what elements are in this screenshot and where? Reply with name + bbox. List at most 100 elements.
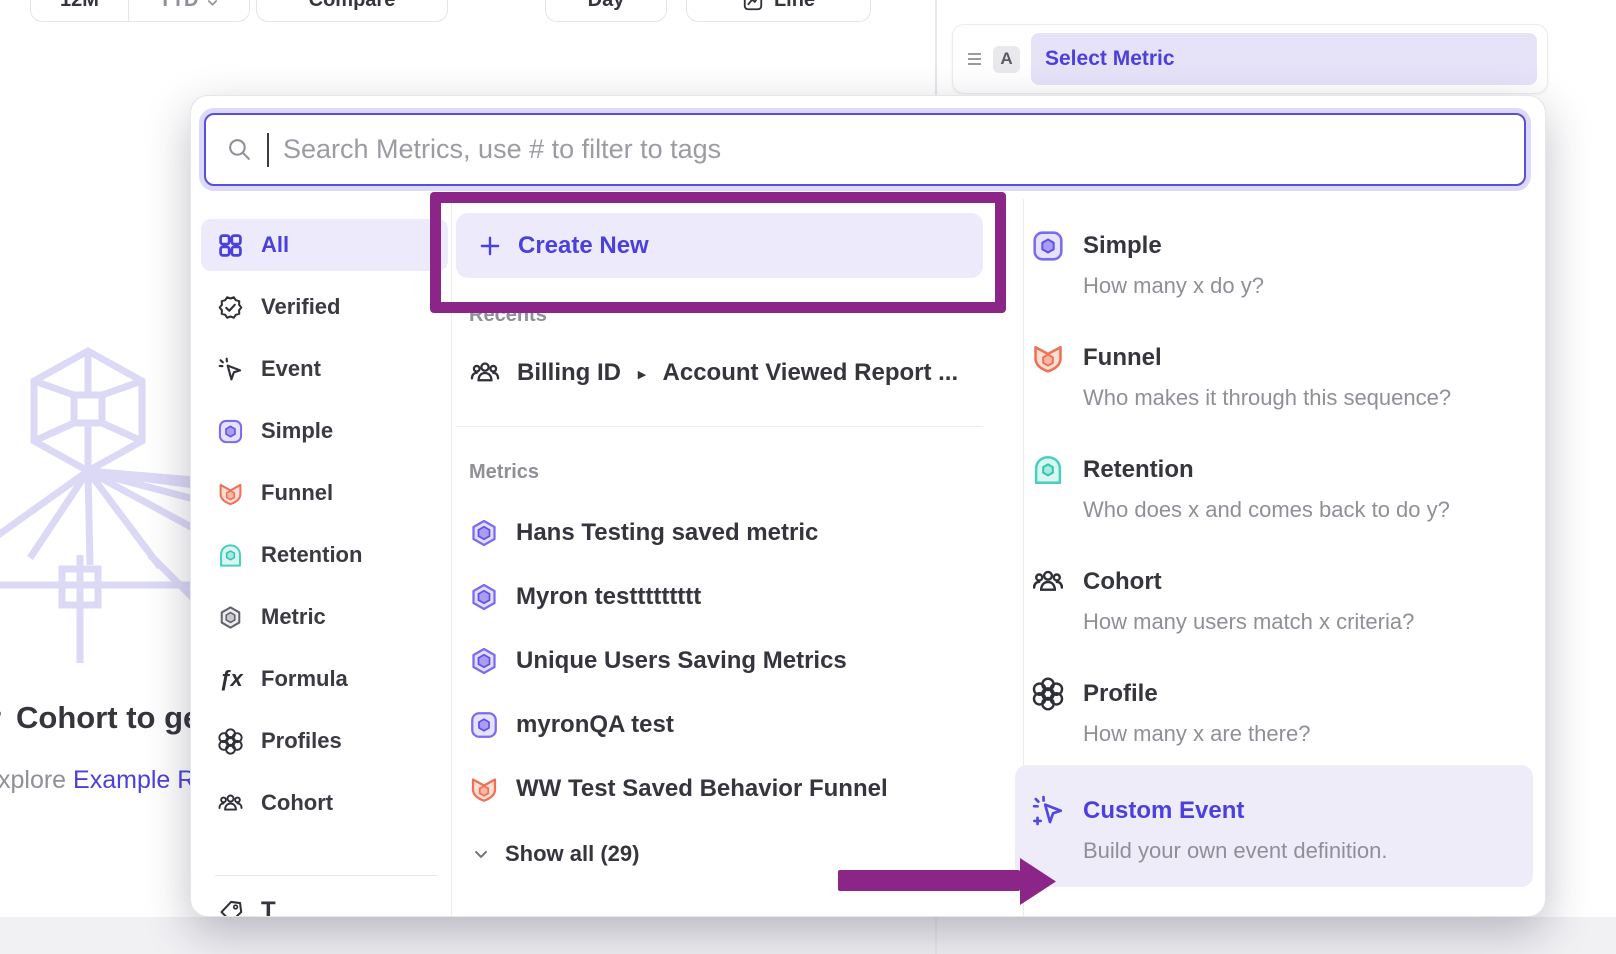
- metric-type-title: Funnel: [1083, 343, 1451, 373]
- grid-icon: [217, 232, 244, 259]
- search-icon: [226, 136, 253, 163]
- sidebar-item-retention[interactable]: Retention: [201, 529, 448, 581]
- saved-metric-item[interactable]: Myron testtttttttt: [469, 571, 888, 623]
- chevron-down-icon: [471, 844, 491, 864]
- saved-metric-label: Hans Testing saved metric: [516, 519, 818, 547]
- sidebar-item-label: T: [261, 897, 276, 917]
- metric-type-text: RetentionWho does x and comes back to do…: [1083, 455, 1450, 545]
- metric-type-simple[interactable]: SimpleHow many x do y?: [1015, 231, 1533, 321]
- date-range-ytd-button[interactable]: YTD: [129, 0, 249, 21]
- breadcrumb-separator: ▸: [638, 365, 646, 383]
- cohort-icon: [217, 790, 244, 817]
- funnel-icon: [217, 480, 244, 507]
- ytd-label: YTD: [159, 0, 199, 12]
- search-input[interactable]: [283, 134, 1524, 165]
- metric-type-text: Funnel Who makes it through this sequence…: [1083, 343, 1451, 433]
- metric-type-description: How many x are there?: [1083, 721, 1310, 747]
- hexagon-icon: [469, 582, 499, 612]
- sidebar-item-label: Verified: [261, 294, 340, 320]
- saved-metric-item[interactable]: WW Test Saved Behavior Funnel: [469, 763, 888, 815]
- text-cursor: [267, 133, 269, 167]
- category-sidebar: All Verified Event Simple Funnel Retention Met…: [201, 219, 448, 829]
- saved-metrics-list: Hans Testing saved metric Myron testttttt…: [469, 507, 888, 815]
- metric-query-row: A Select Metric: [952, 24, 1548, 94]
- formula-icon: ƒx: [217, 666, 244, 692]
- retention-icon: [217, 542, 244, 569]
- sidebar-item-label: Simple: [261, 418, 333, 444]
- sidebar-item-verified[interactable]: Verified: [201, 281, 448, 333]
- sidebar-divider: [215, 875, 437, 876]
- compare-button[interactable]: Compare: [256, 0, 448, 22]
- sidebar-item-metric[interactable]: Metric: [201, 591, 448, 643]
- metric-type-description: Who makes it through this sequence?: [1083, 385, 1451, 411]
- interval-day-button[interactable]: Day: [545, 0, 667, 22]
- sidebar-item-label: Retention: [261, 542, 362, 568]
- saved-metric-label: Myron testtttttttt: [516, 583, 701, 611]
- sidebar-item-all[interactable]: All: [201, 219, 448, 271]
- saved-metric-item[interactable]: Unique Users Saving Metrics: [469, 635, 888, 687]
- metric-type-retention[interactable]: RetentionWho does x and comes back to do…: [1015, 455, 1533, 545]
- metric-type-profile[interactable]: Profile How many x are there?: [1015, 679, 1533, 769]
- chart-type-line-button[interactable]: Line: [686, 0, 871, 22]
- saved-metric-item[interactable]: myronQA test: [469, 699, 888, 751]
- sidebar-item-profiles[interactable]: Profiles: [201, 715, 448, 767]
- event-icon: [217, 356, 244, 383]
- sidebar-item-simple[interactable]: Simple: [201, 405, 448, 457]
- example-reports-link-fragment[interactable]: Example R: [73, 766, 195, 794]
- series-a-badge: A: [993, 46, 1020, 73]
- sidebar-item-tags-clipped[interactable]: T: [217, 897, 276, 917]
- verified-icon: [217, 294, 244, 321]
- saved-metric-item[interactable]: Hans Testing saved metric: [469, 507, 888, 559]
- recent-item-primary: Billing ID: [517, 359, 621, 387]
- sidebar-item-label: All: [261, 232, 289, 258]
- recent-item-billing-id[interactable]: Billing ID ▸ Account Viewed Report ...: [469, 347, 958, 399]
- saved-metric-label: myronQA test: [516, 711, 674, 739]
- hexagon-icon: [469, 646, 499, 676]
- sidebar-item-label: Funnel: [261, 480, 333, 506]
- funnel-icon: [469, 774, 499, 804]
- metric-type-funnel[interactable]: Funnel Who makes it through this sequence…: [1015, 343, 1533, 433]
- simple-icon: [1031, 229, 1065, 321]
- explore-text-fragment: xplore: [0, 766, 73, 794]
- metric-type-title: Custom Event: [1083, 796, 1388, 826]
- tag-icon: [217, 898, 244, 918]
- funnel-icon: [1031, 341, 1065, 433]
- show-all-button[interactable]: Show all (29): [471, 837, 639, 871]
- retention-icon: [1031, 453, 1065, 545]
- page-bottom-strip: [0, 917, 1616, 954]
- sidebar-item-funnel[interactable]: Funnel: [201, 467, 448, 519]
- sidebar-item-label: Formula: [261, 666, 348, 692]
- metric-type-description: How many x do y?: [1083, 273, 1264, 299]
- sidebar-item-label: Event: [261, 356, 321, 382]
- simple-icon: [469, 710, 499, 740]
- metric-type-text: Custom EventBuild your own event definit…: [1083, 796, 1388, 887]
- drag-handle-icon[interactable]: [967, 51, 982, 67]
- metric-search-box: [204, 113, 1526, 186]
- metric-type-cohort[interactable]: CohortHow many users match x criteria?: [1015, 567, 1533, 657]
- metric-type-text: CohortHow many users match x criteria?: [1083, 567, 1414, 657]
- metric-type-title: Profile: [1083, 679, 1310, 709]
- chevron-down-icon: [205, 0, 220, 12]
- sidebar-item-cohort[interactable]: Cohort: [201, 777, 448, 829]
- metric-icon: [217, 604, 244, 631]
- select-metric-button[interactable]: Select Metric: [1031, 33, 1537, 85]
- sidebar-item-event[interactable]: Event: [201, 343, 448, 395]
- sidebar-item-label: Metric: [261, 604, 326, 630]
- metric-type-custom-event[interactable]: Custom EventBuild your own event definit…: [1015, 765, 1533, 887]
- annotation-arrow: [830, 850, 1065, 912]
- line-label: Line: [774, 0, 815, 12]
- annotation-rectangle: [430, 192, 1006, 313]
- sidebar-item-formula[interactable]: ƒx Formula: [201, 653, 448, 705]
- date-range-12m-button[interactable]: 12M: [31, 0, 129, 21]
- empty-state-illustration: [0, 333, 190, 665]
- metric-type-description: How many users match x criteria?: [1083, 609, 1414, 635]
- metric-type-list: SimpleHow many x do y? Funnel Who makes it…: [1015, 231, 1533, 887]
- recent-item-secondary: Account Viewed Report ...: [663, 359, 959, 387]
- saved-metric-label: WW Test Saved Behavior Funnel: [516, 775, 888, 803]
- app-canvas: r Cohort to ge xplore Example R 12M YTD …: [0, 0, 1616, 954]
- sidebar-item-label: Cohort: [261, 790, 333, 816]
- metric-type-text: Profile How many x are there?: [1083, 679, 1310, 769]
- metric-type-text: SimpleHow many x do y?: [1083, 231, 1264, 321]
- show-all-label: Show all (29): [505, 841, 639, 867]
- line-chart-icon: [742, 0, 764, 12]
